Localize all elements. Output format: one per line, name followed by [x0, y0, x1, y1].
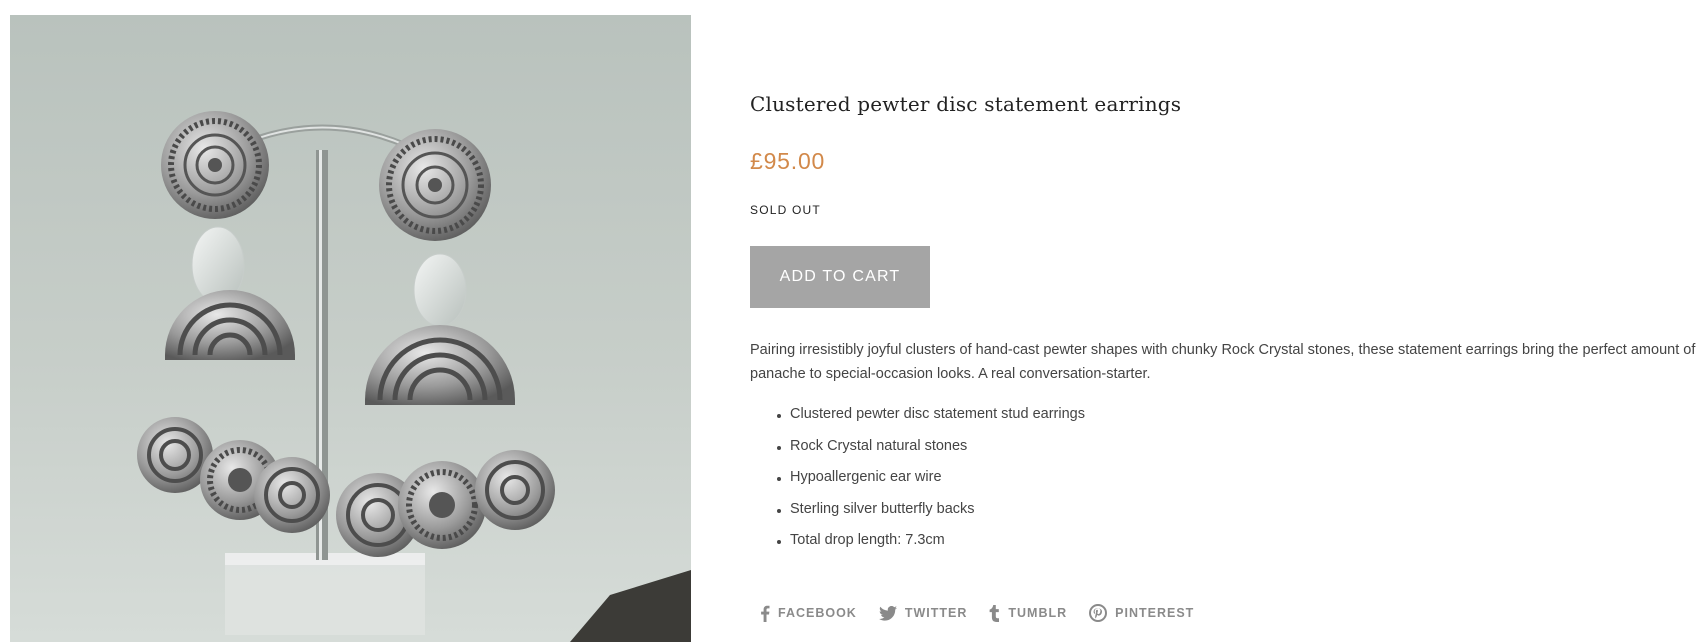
tumblr-icon [989, 604, 1000, 622]
feature-list: Clustered pewter disc statement stud ear… [750, 399, 1085, 557]
product-title: Clustered pewter disc statement earrings [750, 92, 1182, 116]
social-share: FACEBOOK TWITTER TUMBLR PINTEREST [760, 604, 1216, 622]
pinterest-icon [1089, 604, 1108, 622]
share-facebook-link[interactable]: FACEBOOK [760, 605, 857, 622]
list-item: Hypoallergenic ear wire [750, 462, 1085, 494]
list-item: Clustered pewter disc statement stud ear… [750, 399, 1085, 431]
share-tumblr-link[interactable]: TUMBLR [989, 604, 1068, 622]
earrings-illustration [137, 111, 691, 642]
product-description: Pairing irresistibly joyful clusters of … [750, 342, 1696, 382]
stock-status: SOLD OUT [750, 203, 821, 217]
product-info: Clustered pewter disc statement earrings… [750, 0, 1704, 642]
share-twitter-link[interactable]: TWITTER [878, 605, 968, 621]
list-item: Rock Crystal natural stones [750, 431, 1085, 463]
add-to-cart-button[interactable]: ADD TO CART [750, 246, 930, 308]
twitter-icon [878, 605, 897, 621]
share-label: TWITTER [904, 606, 968, 620]
facebook-icon [760, 605, 770, 622]
product-price: £95.00 [750, 148, 826, 174]
share-label: TUMBLR [1008, 606, 1068, 620]
list-item: Sterling silver butterfly backs [750, 494, 1085, 526]
share-pinterest-link[interactable]: PINTEREST [1089, 604, 1194, 622]
product-image[interactable] [10, 15, 691, 642]
share-label: PINTEREST [1115, 606, 1195, 620]
share-label: FACEBOOK [778, 606, 857, 620]
list-item: Total drop length: 7.3cm [750, 525, 1085, 557]
